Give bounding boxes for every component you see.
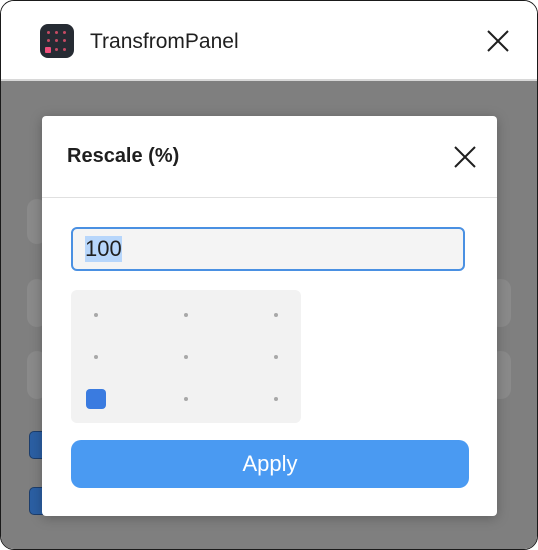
- anchor-point-r2-c2[interactable]: [266, 389, 286, 409]
- close-icon[interactable]: [485, 28, 511, 54]
- anchor-point-r1-c1[interactable]: [176, 347, 196, 367]
- anchor-point-r0-c2[interactable]: [266, 305, 286, 325]
- anchor-point-r1-c2[interactable]: [266, 347, 286, 367]
- anchor-point-r0-c1[interactable]: [176, 305, 196, 325]
- dialog-title: Rescale (%): [67, 145, 180, 167]
- anchor-point-r1-c0[interactable]: [86, 347, 106, 367]
- scale-percent-input[interactable]: [71, 227, 465, 271]
- dialog-header: Rescale (%): [42, 116, 497, 198]
- app-window: TransfromPanel Rescale (%) Apply: [0, 0, 538, 550]
- anchor-point-r0-c0[interactable]: [86, 305, 106, 325]
- window-title: TransfromPanel: [90, 30, 239, 53]
- anchor-point-r2-c1[interactable]: [176, 389, 196, 409]
- anchor-point-grid: [71, 290, 301, 423]
- apply-button[interactable]: Apply: [71, 440, 469, 488]
- rescale-dialog: Rescale (%) Apply: [42, 116, 497, 516]
- anchor-point-r2-c0[interactable]: [86, 389, 106, 409]
- title-bar: TransfromPanel: [1, 1, 537, 81]
- app-logo-icon: [40, 24, 74, 58]
- dialog-close-icon[interactable]: [452, 144, 478, 170]
